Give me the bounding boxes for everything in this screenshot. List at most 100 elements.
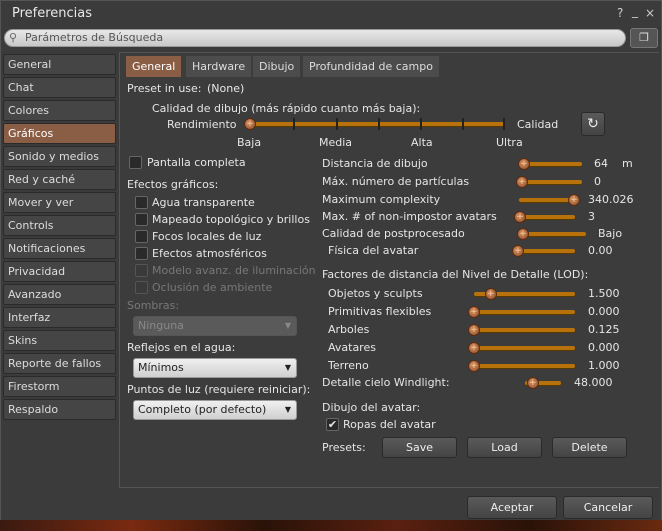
search-input[interactable]: ⚲ Parámetros de Búsqueda [4,29,626,47]
slider-thumb[interactable]: + [526,377,539,389]
search-icon: ⚲ [9,31,18,44]
sidebar-item[interactable]: Red y caché [3,169,116,190]
tab[interactable]: Hardware [186,56,252,77]
slider-value: 1.500 [588,287,620,300]
slider-track[interactable] [523,162,582,166]
slider-label: Arboles [328,323,370,336]
tab[interactable]: Profundidad de campo [303,56,439,77]
avatar-clothes-checkbox[interactable]: ✔ [326,418,339,431]
slider-thumb[interactable]: + [468,360,480,372]
help-button[interactable]: ? [617,6,623,20]
slider-thumb[interactable]: + [468,324,480,336]
sidebar-item[interactable]: Notificaciones [3,238,116,259]
effect-checkbox[interactable] [135,230,148,243]
close-button[interactable]: × [645,6,655,20]
tab[interactable]: Dibujo [253,56,301,77]
fullscreen-checkbox[interactable] [129,156,142,169]
slider-thumb[interactable]: + [517,228,529,240]
effect-label: Mapeado topológico y brillos [152,213,310,226]
avatar-rendering-label: Dibujo del avatar: [322,401,421,414]
save-preset-button[interactable]: Save [382,437,457,458]
cancel-button[interactable]: Cancelar [563,496,653,519]
slider-thumb[interactable]: + [516,176,528,188]
sidebar-item[interactable]: Respaldo [3,399,116,420]
reset-quality-button[interactable]: ↻ [581,112,605,136]
accept-button[interactable]: Aceptar [467,496,557,519]
sidebar-item[interactable]: Skins [3,330,116,351]
preset-label: Preset in use: [127,82,202,95]
lights-dropdown[interactable]: Completo (por defecto) ▼ [133,400,297,420]
search-placeholder: Parámetros de Búsqueda [25,31,164,44]
slider-thumb[interactable]: + [568,194,580,206]
effect-label: Agua transparente [152,196,255,209]
water-value: Mínimos [138,361,184,374]
sidebar-item[interactable]: Firestorm [3,376,116,397]
fullscreen-label: Pantalla completa [147,156,246,169]
effect-checkbox[interactable] [135,247,148,260]
presets-label: Presets: [322,441,366,454]
slider-track[interactable] [473,310,575,314]
quality-slider-thumb[interactable]: + [244,118,256,130]
slider-label: Maximum complexity [322,193,441,206]
sidebar-item[interactable]: Gráficos [3,123,116,144]
slider-track[interactable] [517,249,575,253]
effect-label: Focos locales de luz [152,230,262,243]
slider-track[interactable] [519,215,575,219]
tick-label-baja: Baja [237,136,262,149]
sidebar-item[interactable]: Mover y ver [3,192,116,213]
slider-track[interactable] [521,180,582,184]
quality-right-label: Calidad [517,118,559,131]
quality-left-label: Rendimiento [167,118,237,131]
sidebar-item[interactable]: General [3,54,116,75]
avatar-clothes-label: Ropas del avatar [343,418,436,431]
slider-label: Máx. número de partículas [322,175,470,188]
copy-button[interactable]: ❐ [630,28,658,48]
slider-track[interactable] [522,232,586,236]
water-reflections-dropdown[interactable]: Mínimos ▼ [133,358,297,378]
sidebar-item[interactable]: Controls [3,215,116,236]
tick-label-ultra: Ultra [496,136,523,149]
sidebar-item[interactable]: Sonido y medios [3,146,116,167]
slider-value: 340.026 [588,193,634,206]
effect-checkbox [135,281,148,294]
slider-track[interactable] [473,364,575,368]
tick-label-media: Media [319,136,353,149]
load-preset-button[interactable]: Load [467,437,542,458]
slider-thumb[interactable]: + [514,211,526,223]
slider-track[interactable] [473,328,575,332]
slider-track[interactable] [473,346,575,350]
shadows-dropdown: Ninguna ▼ [133,316,297,336]
minimize-button[interactable]: _ [632,4,638,18]
quality-slider-track[interactable] [249,122,504,126]
quality-label: Calidad de dibujo (más rápido cuanto más… [152,102,421,115]
sidebar-item[interactable]: Privacidad [3,261,116,282]
slider-thumb[interactable]: + [484,288,497,300]
slider-thumb[interactable]: + [468,342,480,354]
delete-preset-button[interactable]: Delete [552,437,627,458]
refresh-icon: ↻ [587,116,599,132]
slider-label: Física del avatar [328,244,419,257]
quality-tick [378,118,380,130]
sidebar-item[interactable]: Colores [3,100,116,121]
slider-label: Objetos y sculpts [328,287,423,300]
slider-label: Detalle cielo Windlight: [322,376,450,389]
slider-value: 0.000 [588,305,620,318]
sidebar-item[interactable]: Reporte de fallos [3,353,116,374]
slider-thumb[interactable]: + [468,306,480,318]
sidebar-item[interactable]: Chat [3,77,116,98]
slider-label: Avatares [328,341,376,354]
shadows-label: Sombras: [127,299,180,312]
quality-tick [503,118,505,130]
slider-track[interactable] [519,198,575,202]
sidebar-item[interactable]: Interfaz [3,307,116,328]
lod-label: Factores de distancia del Nivel de Detal… [322,268,589,281]
sidebar-item[interactable]: Avanzado [3,284,116,305]
effect-checkbox[interactable] [135,213,148,226]
slider-thumb[interactable]: + [512,245,524,257]
slider-value: 0.000 [588,341,620,354]
effect-checkbox[interactable] [135,196,148,209]
checkmark-icon: ✔ [327,418,338,431]
slider-thumb[interactable]: + [518,158,530,170]
tab[interactable]: General [126,56,182,77]
background-scene [0,520,662,531]
